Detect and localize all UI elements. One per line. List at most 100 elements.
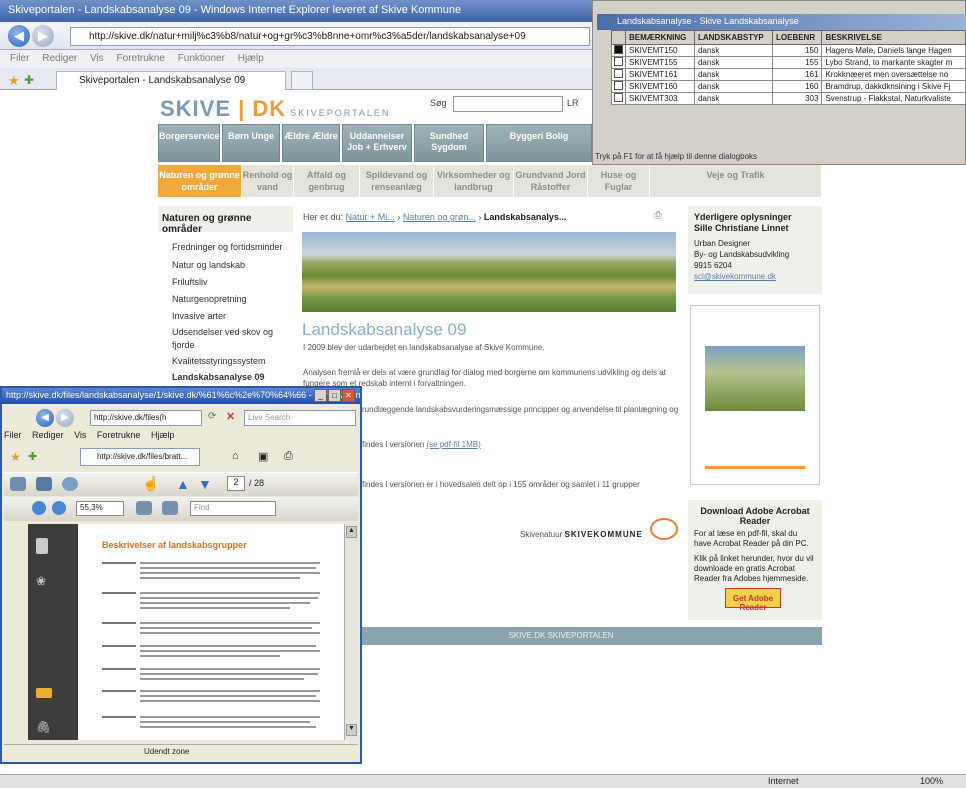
subnav-spildevand[interactable]: Spildevand og renseanlæg	[360, 165, 434, 197]
breadcrumb-link-2[interactable]: Naturen og grøn...	[403, 212, 476, 222]
minimize-button[interactable]: _	[314, 389, 327, 402]
pdf-back-icon[interactable]: ◀	[36, 409, 54, 427]
pdf-add-favorite-icon[interactable]: ✚	[28, 450, 37, 463]
site-search-button[interactable]: LR	[567, 98, 579, 108]
row-checkbox[interactable]	[614, 93, 623, 102]
site-logo[interactable]: SKIVE | DK SKIVEPORTALEN	[160, 96, 390, 122]
left-item-friluftsliv[interactable]: Friluftsliv	[172, 277, 208, 287]
row-selector[interactable]	[611, 44, 626, 57]
home-icon[interactable]: ⌂	[232, 450, 239, 462]
row-checkbox[interactable]	[614, 57, 623, 66]
pdf-thumbnail[interactable]	[690, 305, 820, 485]
table-row[interactable]: SKIVEMT150 dansk 150 Hagens Møle, Daniel…	[611, 44, 966, 57]
column-header[interactable]: BESKRIVELSE	[821, 30, 966, 45]
zoom-out-icon[interactable]	[32, 501, 46, 515]
add-favorite-icon[interactable]: ✚	[24, 73, 34, 87]
selected-checkbox[interactable]	[614, 45, 623, 54]
pdf-share-icon[interactable]	[62, 477, 78, 491]
row-selector[interactable]	[611, 92, 626, 105]
subnav-affald[interactable]: Affald og genbrug	[294, 165, 360, 197]
status-zoom[interactable]: 100%	[920, 776, 943, 786]
breadcrumb-link-1[interactable]: Natur + Mi...	[346, 212, 395, 222]
subnav-huse-fuglar[interactable]: Huse og Fuglar	[588, 165, 650, 197]
pdf-find-input[interactable]: Find	[190, 501, 276, 516]
row-checkbox[interactable]	[614, 69, 623, 78]
favorites-star-icon[interactable]: ★	[8, 73, 20, 89]
row-selector[interactable]	[611, 68, 626, 81]
table-row[interactable]: SKIVEMT161 dansk 161 Krokknæeret men ove…	[611, 68, 966, 81]
back-icon[interactable]: ◀	[8, 25, 30, 47]
pdf-link[interactable]: (se pdf-fil 1MB)	[427, 440, 481, 449]
nav-borgerservice[interactable]: Borgerservice	[158, 124, 220, 162]
pdf-save-icon[interactable]	[36, 477, 52, 491]
nav-job-erhverv[interactable]: Uddannelser Job + Erhverv	[342, 124, 412, 162]
pdf-live-search-input[interactable]: Live Search	[244, 410, 356, 426]
contact-email[interactable]: scl@skivekommune.dk	[694, 271, 816, 282]
menu-view[interactable]: Vis	[90, 53, 104, 64]
table-row[interactable]: SKIVEMT155 dansk 155 Lybo Strand, to mar…	[611, 56, 966, 69]
left-item-udsendelser[interactable]: Udsendelser ved skov og	[172, 327, 273, 337]
print-menu-icon[interactable]: ⎙	[284, 450, 293, 463]
menu-favorites[interactable]: Foretrukne	[117, 53, 165, 64]
fit-width-icon[interactable]	[162, 501, 178, 515]
page-down-icon[interactable]: ▼	[198, 476, 212, 492]
feeds-icon[interactable]: ▣	[258, 450, 268, 463]
row-checkbox[interactable]	[614, 81, 623, 90]
page-number-input[interactable]: 2	[227, 476, 245, 491]
scroll-up-arrow[interactable]: ▲	[346, 526, 357, 538]
pdf-scrollbar[interactable]: ▲ ▼	[344, 524, 358, 740]
pdf-menu-help[interactable]: Hjælp	[151, 430, 175, 440]
stop-icon[interactable]: ✕	[226, 410, 235, 423]
pdf-favorites-icon[interactable]: ★	[10, 450, 21, 464]
nav-aeldre[interactable]: Ældre Ældre	[282, 124, 340, 162]
site-search-input[interactable]	[453, 96, 563, 112]
print-icon[interactable]: ⎙	[654, 210, 662, 221]
row-selector[interactable]	[611, 80, 626, 93]
main-address-bar[interactable]: http://skive.dk/natur+milj%c3%b8/natur+o…	[70, 27, 590, 46]
nav-sundhed[interactable]: Sundhed Sygdom	[414, 124, 484, 162]
left-item-kvalitetsstyring[interactable]: Kvalitetsstyringssystem	[172, 356, 266, 366]
page-up-icon[interactable]: ▲	[176, 476, 190, 492]
bookmarks-panel-icon[interactable]: ❀	[36, 574, 46, 588]
subnav-naturen[interactable]: Naturen og grønne områder	[158, 165, 242, 197]
pdf-hand-icon[interactable]: ☝	[142, 475, 159, 492]
pdf-menu-view[interactable]: Vis	[74, 430, 86, 440]
pdf-menu-favorites[interactable]: Foretrukne	[97, 430, 141, 440]
close-button[interactable]: ✕	[342, 389, 355, 402]
subnav-grundvand[interactable]: Grundvand Jord Råstoffer	[514, 165, 588, 197]
column-header[interactable]: BEMÆRKNING	[625, 30, 695, 45]
column-header[interactable]: LOEBENR	[771, 30, 823, 45]
left-item-landskabsanalyse[interactable]: Landskabsanalyse 09	[172, 372, 265, 382]
nav-byggeri[interactable]: Byggeri Bolig	[486, 124, 592, 162]
zoom-select[interactable]: 55,3%	[76, 501, 124, 516]
pdf-forward-icon[interactable]: ▶	[56, 409, 74, 427]
subnav-virksomheder[interactable]: Virksomheder og landbrug	[434, 165, 514, 197]
pdf-address-bar[interactable]: http://skive.dk/files(h	[90, 410, 202, 426]
fit-page-icon[interactable]	[136, 501, 152, 515]
column-header[interactable]: LANDSKABSTYP	[693, 30, 774, 45]
left-item-fjorde[interactable]: fjorde	[172, 340, 195, 350]
pdf-print-icon[interactable]	[10, 477, 26, 491]
subnav-renhold[interactable]: Renhold og vand	[242, 165, 294, 197]
table-row[interactable]: SKIVEMT160 dansk 160 Bramdrup, dakkdknsi…	[611, 80, 966, 93]
maximize-button[interactable]: □	[328, 389, 341, 402]
left-item-invasive-arter[interactable]: Invasive arter	[172, 311, 226, 321]
menu-tools[interactable]: Funktioner	[178, 53, 225, 64]
left-item-naturgenopretning[interactable]: Naturgenopretning	[172, 294, 247, 304]
scroll-down-arrow[interactable]: ▼	[346, 724, 357, 736]
new-tab-button[interactable]	[291, 71, 313, 90]
row-selector[interactable]	[611, 56, 626, 69]
left-item-natur-landskab[interactable]: Natur og landskab	[172, 260, 245, 270]
pdf-tab[interactable]: http://skive.dk/files/bratt...	[80, 448, 200, 466]
nav-born-unge[interactable]: Børn Unge	[222, 124, 280, 162]
menu-file[interactable]: Filer	[10, 53, 29, 64]
zoom-in-icon[interactable]	[52, 501, 66, 515]
subnav-veje-trafik[interactable]: Veje og Trafik	[650, 165, 822, 197]
comments-panel-icon[interactable]	[36, 688, 52, 698]
menu-edit[interactable]: Rediger	[42, 53, 77, 64]
tab-skiveportalen[interactable]: Skiveportalen - Landskabsanalyse 09	[56, 71, 286, 90]
pdf-menu-edit[interactable]: Rediger	[32, 430, 64, 440]
menu-help[interactable]: Hjælp	[238, 53, 264, 64]
forward-icon[interactable]: ▶	[32, 25, 54, 47]
left-item-fredninger[interactable]: Fredninger og fortidsminder	[172, 242, 283, 252]
